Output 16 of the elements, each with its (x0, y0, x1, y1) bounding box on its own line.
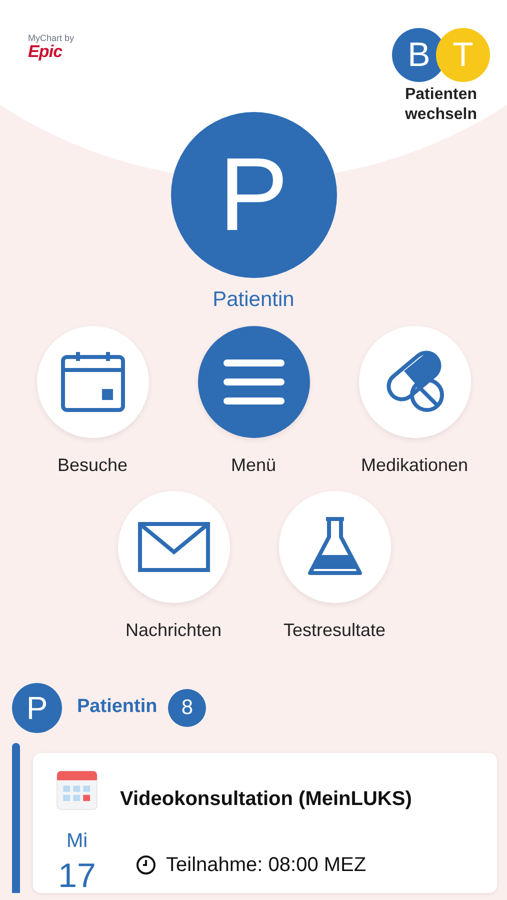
weekday: Mi (66, 830, 88, 850)
appointment-card[interactable]: Mi 17 Videokonsultation (MeinLUKS) Teilnahme: 08:00 MEZ (33, 752, 497, 892)
calendar-icon (60, 350, 126, 412)
envelope-icon (138, 522, 210, 572)
menu-icon (222, 358, 284, 406)
count-badge: 8 (168, 688, 206, 726)
patient-name: Patientin (77, 695, 158, 720)
patient-avatar: P (12, 682, 62, 732)
appointment-title: Videokonsultation (MeinLUKS) (120, 786, 412, 812)
appointment-time: Teilnahme: 08:00 MEZ (166, 852, 366, 878)
logo-brand: Epic (28, 43, 64, 60)
logo-caption: MyChart by (28, 34, 74, 43)
clock-icon (136, 854, 156, 874)
profile-name: Patientin (212, 287, 294, 313)
day-number: 17 (58, 858, 96, 892)
switch-patients-button[interactable]: B T Patienten wechseln (389, 28, 493, 125)
